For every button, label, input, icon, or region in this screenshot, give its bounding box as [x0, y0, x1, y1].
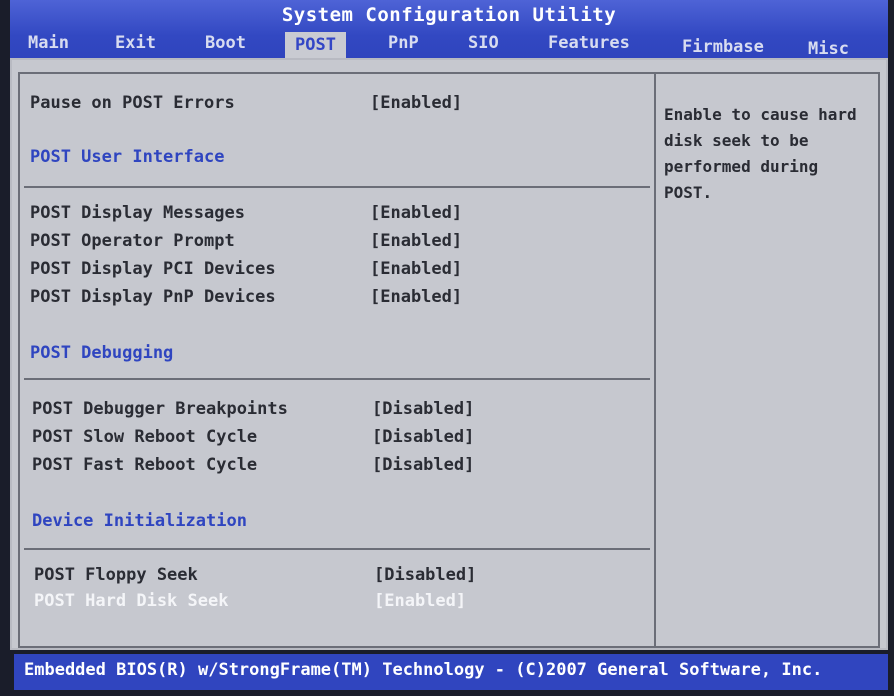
divider [24, 378, 650, 380]
tab-sio[interactable]: SIO [468, 30, 499, 56]
setting-operator-prompt[interactable]: POST Operator Prompt [Enabled] [30, 228, 630, 254]
window-title: System Configuration Utility [281, 4, 617, 26]
title-bar: System Configuration Utility Main Exit B… [10, 0, 888, 60]
setting-fast-reboot-cycle[interactable]: POST Fast Reboot Cycle [Disabled] [32, 452, 632, 478]
copyright-text: Embedded BIOS(R) w/StrongFrame(TM) Techn… [24, 660, 823, 680]
setting-label: POST Display PnP Devices [30, 287, 276, 307]
footer-bar: Embedded BIOS(R) w/StrongFrame(TM) Techn… [14, 654, 888, 690]
setting-value[interactable]: [Enabled] [370, 284, 462, 310]
setting-label: POST Fast Reboot Cycle [32, 455, 258, 475]
setting-debugger-breakpoints[interactable]: POST Debugger Breakpoints [Disabled] [32, 396, 632, 422]
setting-value[interactable]: [Disabled] [372, 424, 474, 450]
help-frame: Enable to cause hard disk seek to be per… [654, 72, 880, 648]
setting-label: POST Operator Prompt [30, 231, 235, 251]
tab-post[interactable]: POST [285, 32, 346, 58]
setting-display-pci-devices[interactable]: POST Display PCI Devices [Enabled] [30, 256, 630, 282]
setting-value[interactable]: [Enabled] [370, 90, 462, 116]
tab-exit[interactable]: Exit [115, 30, 156, 56]
tab-firmbase[interactable]: Firmbase [682, 34, 764, 60]
setting-value[interactable]: [Enabled] [370, 256, 462, 282]
divider [24, 186, 650, 188]
setting-floppy-seek[interactable]: POST Floppy Seek [Disabled] [34, 562, 634, 588]
setting-value[interactable]: [Enabled] [370, 228, 462, 254]
setting-pause-on-post-errors[interactable]: Pause on POST Errors [Enabled] [30, 90, 630, 116]
help-text: Enable to cause hard disk seek to be per… [664, 105, 857, 202]
setting-display-messages[interactable]: POST Display Messages [Enabled] [30, 200, 630, 226]
divider [24, 548, 650, 550]
options-frame: Pause on POST Errors [Enabled] POST User… [18, 72, 656, 648]
setting-label: POST Floppy Seek [34, 565, 198, 585]
setting-display-pnp-devices[interactable]: POST Display PnP Devices [Enabled] [30, 284, 630, 310]
setting-value[interactable]: [Disabled] [374, 562, 476, 588]
setting-label: POST Hard Disk Seek [34, 591, 229, 611]
tab-main[interactable]: Main [28, 30, 69, 56]
setting-label: POST Display PCI Devices [30, 259, 276, 279]
setting-value[interactable]: [Disabled] [372, 452, 474, 478]
tab-boot[interactable]: Boot [205, 30, 246, 56]
setting-value[interactable]: [Enabled] [374, 588, 466, 614]
tab-pnp[interactable]: PnP [388, 30, 419, 56]
setting-value[interactable]: [Enabled] [370, 200, 462, 226]
section-device-initialization: Device Initialization [32, 511, 247, 531]
setting-slow-reboot-cycle[interactable]: POST Slow Reboot Cycle [Disabled] [32, 424, 632, 450]
tab-features[interactable]: Features [548, 30, 630, 56]
setting-label: POST Debugger Breakpoints [32, 399, 288, 419]
setting-label: Pause on POST Errors [30, 93, 235, 113]
bios-screen: System Configuration Utility Main Exit B… [0, 0, 894, 696]
setting-label: POST Slow Reboot Cycle [32, 427, 258, 447]
settings-panel: Pause on POST Errors [Enabled] POST User… [10, 58, 888, 650]
setting-value[interactable]: [Disabled] [372, 396, 474, 422]
setting-label: POST Display Messages [30, 203, 245, 223]
section-post-user-interface: POST User Interface [30, 147, 225, 167]
section-post-debugging: POST Debugging [30, 343, 174, 363]
setting-hard-disk-seek[interactable]: POST Hard Disk Seek [Enabled] [34, 588, 634, 614]
